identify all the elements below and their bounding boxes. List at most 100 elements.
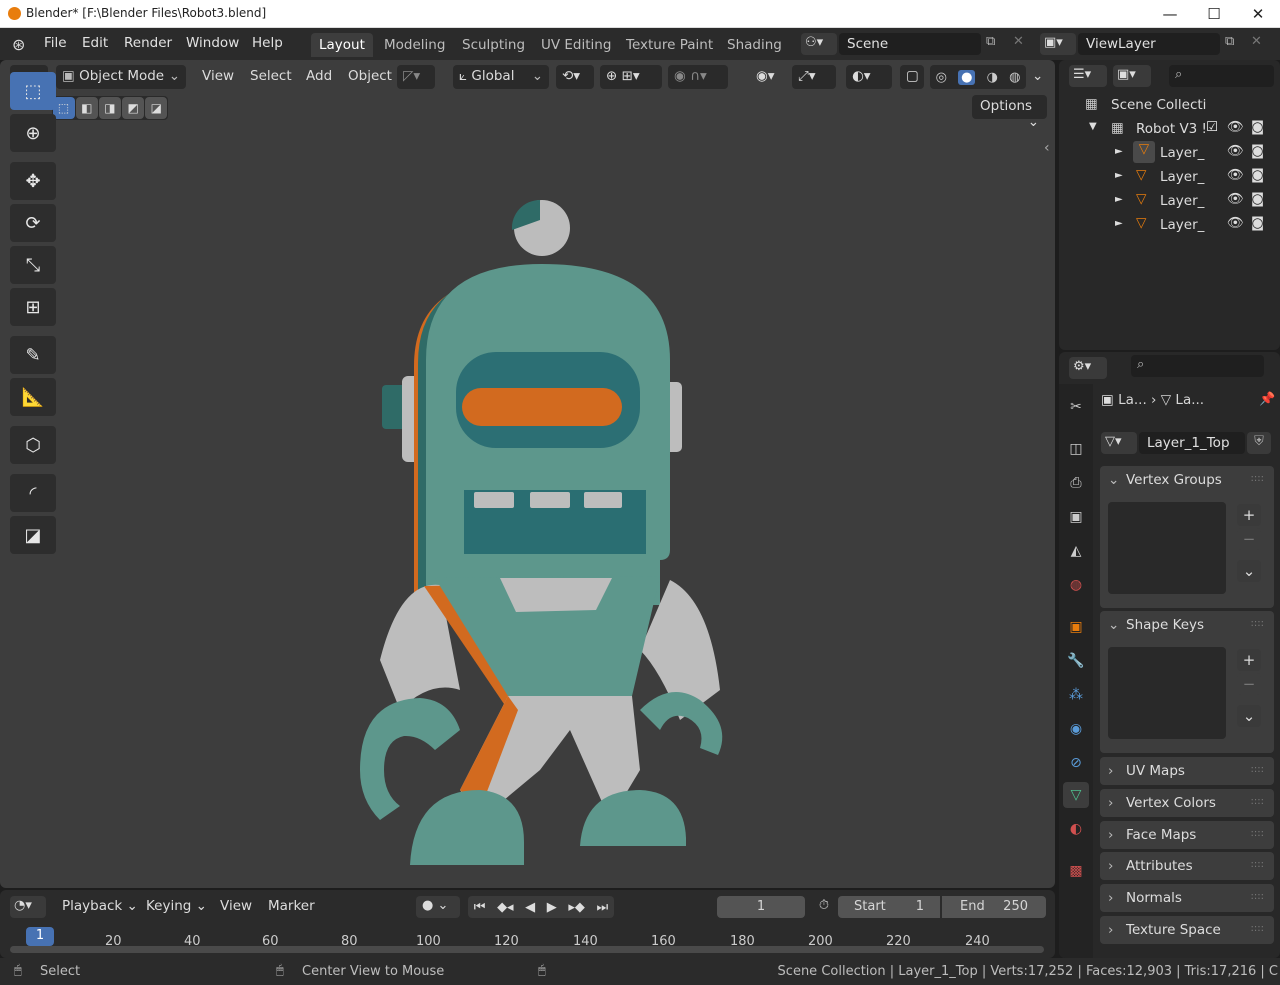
- viewlayer-selector-icon[interactable]: ▣▾: [1040, 33, 1076, 55]
- menu-file[interactable]: File: [44, 35, 67, 51]
- jump-keyframe-back-icon[interactable]: ◆◂: [497, 900, 514, 915]
- panel-texture-space[interactable]: › Texture Space ::::: [1100, 916, 1274, 944]
- object-mode-dropdown[interactable]: ▣ Object Mode ⌄: [56, 65, 186, 89]
- camera-icon[interactable]: ◙: [1251, 215, 1264, 231]
- robot-model[interactable]: [340, 130, 740, 888]
- physics-tab-icon[interactable]: ◉: [1063, 716, 1089, 742]
- expand-arrow-icon[interactable]: ▼: [1089, 121, 1097, 132]
- delete-scene-icon[interactable]: ✕: [1013, 34, 1024, 49]
- sidebar-toggle-icon[interactable]: ‹: [1044, 140, 1050, 156]
- world-tab-icon[interactable]: ◍: [1063, 572, 1089, 598]
- timeline-menu-marker[interactable]: Marker: [262, 896, 321, 916]
- viewlayer-name-field[interactable]: ViewLayer: [1078, 33, 1220, 55]
- blender-menu-icon[interactable]: ⊛: [12, 35, 25, 54]
- end-frame-field[interactable]: End 250: [942, 896, 1046, 918]
- outliner-row-layer-0[interactable]: ► ▽ Layer_ 👁 ◙: [1059, 141, 1280, 165]
- playhead-frame-marker[interactable]: 1: [26, 927, 54, 946]
- panel-title[interactable]: Shape Keys: [1100, 611, 1274, 639]
- transform-orientation-dropdown[interactable]: ⟀ Global ⌄: [453, 65, 549, 89]
- drag-grip-icon[interactable]: ::::: [1251, 859, 1264, 870]
- visibility-icon[interactable]: ◉▾: [750, 65, 786, 89]
- eye-icon[interactable]: 👁: [1227, 143, 1244, 159]
- eye-icon[interactable]: 👁: [1227, 167, 1244, 183]
- checkbox-icon[interactable]: ☑: [1206, 119, 1218, 135]
- remove-shape-key-button[interactable]: −: [1237, 673, 1261, 695]
- panel-vertex-colors[interactable]: › Vertex Colors ::::: [1100, 789, 1274, 817]
- view-layer-tab-icon[interactable]: ▣: [1063, 504, 1089, 530]
- keying-dropdown[interactable]: Keying ⌄: [140, 896, 213, 916]
- xray-icon[interactable]: ▢: [900, 65, 924, 89]
- options-dropdown[interactable]: Options ⌄: [972, 95, 1047, 130]
- scene-tab-icon[interactable]: ◭: [1063, 538, 1089, 564]
- panel-uv-maps[interactable]: › UV Maps ::::: [1100, 757, 1274, 785]
- panel-face-maps[interactable]: › Face Maps ::::: [1100, 821, 1274, 849]
- solid-shading-icon[interactable]: ●: [958, 69, 976, 85]
- wireframe-shading-icon[interactable]: ◎: [936, 70, 947, 85]
- timeline-scrollbar[interactable]: [10, 946, 1044, 953]
- render-tab-icon[interactable]: ◫: [1063, 436, 1089, 462]
- outliner-display-mode-icon[interactable]: ☰▾: [1069, 65, 1107, 87]
- menu-select[interactable]: Select: [244, 65, 298, 89]
- tab-uv-editing[interactable]: UV Editing: [541, 36, 611, 54]
- outliner-row-layer-3[interactable]: ► ▽ Layer_ 👁 ◙: [1059, 213, 1280, 237]
- particles-tab-icon[interactable]: ⁂: [1063, 682, 1089, 708]
- panel-normals[interactable]: › Normals ::::: [1100, 884, 1274, 912]
- object-tab-icon[interactable]: ▣: [1063, 614, 1089, 640]
- camera-icon[interactable]: ◙: [1251, 191, 1264, 207]
- shape-key-specials-button[interactable]: ⌄: [1237, 705, 1261, 727]
- panel-attributes[interactable]: › Attributes ::::: [1100, 852, 1274, 880]
- menu-object[interactable]: Object: [342, 65, 398, 89]
- tab-texture-paint[interactable]: Texture Paint: [626, 36, 713, 54]
- outliner-filter-icon[interactable]: ▣▾: [1113, 65, 1151, 87]
- mesh-name-field[interactable]: Layer_1_Top: [1139, 432, 1245, 454]
- cursor-tool-icon[interactable]: ⊕: [10, 114, 56, 152]
- select-extend-icon[interactable]: ◧: [75, 97, 98, 119]
- close-button[interactable]: ✕: [1236, 0, 1280, 28]
- jump-keyframe-forward-icon[interactable]: ▸◆: [568, 900, 585, 915]
- transform-tool-icon[interactable]: ⊞: [10, 288, 56, 326]
- camera-icon[interactable]: ◙: [1251, 119, 1264, 135]
- menu-render[interactable]: Render: [124, 35, 172, 51]
- eye-icon[interactable]: 👁: [1227, 119, 1244, 135]
- add-cube-tool-icon[interactable]: ⬡: [10, 426, 56, 464]
- delete-viewlayer-icon[interactable]: ✕: [1251, 34, 1262, 49]
- tab-shading[interactable]: Shading: [727, 36, 782, 54]
- select-intersect-icon[interactable]: ◪: [145, 97, 168, 119]
- scene-name-field[interactable]: Scene: [839, 33, 981, 55]
- timeline-menu-view[interactable]: View: [214, 896, 258, 916]
- scale-tool-icon[interactable]: ⤡: [10, 246, 56, 284]
- 3d-viewport[interactable]: ⌖▾ ▣ Object Mode ⌄ View Select Add Objec…: [0, 60, 1055, 888]
- vertex-groups-list[interactable]: [1108, 502, 1226, 594]
- shear-tool-icon[interactable]: ◪: [10, 516, 56, 554]
- shading-options-chevron-icon[interactable]: ⌄: [1026, 65, 1049, 89]
- properties-editor-type-icon[interactable]: ⚙▾: [1069, 357, 1107, 379]
- drag-grip-icon[interactable]: ::::: [1251, 473, 1264, 484]
- output-tab-icon[interactable]: ⎙: [1063, 470, 1089, 496]
- expand-arrow-icon[interactable]: ►: [1115, 194, 1123, 205]
- pivot-point-icon[interactable]: ⟲▾: [556, 65, 594, 89]
- snap-toggle-icon[interactable]: ⊕ ⊞▾: [600, 65, 662, 89]
- current-frame-field[interactable]: 1: [717, 896, 805, 918]
- outliner-row-robot-collection[interactable]: ▼ ▦ Robot V3 ! ☑ 👁 ◙: [1059, 117, 1280, 141]
- drag-grip-icon[interactable]: ::::: [1251, 923, 1264, 934]
- expand-arrow-icon[interactable]: ►: [1115, 218, 1123, 229]
- outliner-row-scene-collection[interactable]: ▦ Scene Collecti: [1059, 93, 1280, 117]
- tool-tab-icon[interactable]: ✂: [1063, 394, 1089, 420]
- timeline-editor-type-icon[interactable]: ◔▾: [10, 896, 46, 918]
- chevron-down-icon[interactable]: ⌄: [1108, 472, 1119, 488]
- chevron-down-icon[interactable]: ⌄: [1108, 617, 1119, 633]
- move-tool-icon[interactable]: ✥: [10, 162, 56, 200]
- menu-view[interactable]: View: [196, 65, 240, 89]
- new-viewlayer-icon[interactable]: ⧉: [1225, 34, 1234, 49]
- gizmo-icon[interactable]: ⤢▾: [792, 65, 836, 89]
- outliner-row-layer-1[interactable]: ► ▽ Layer_ 👁 ◙: [1059, 165, 1280, 189]
- bend-tool-icon[interactable]: ◜: [10, 474, 56, 512]
- constraints-tab-icon[interactable]: ⊘: [1063, 750, 1089, 776]
- drag-grip-icon[interactable]: ::::: [1251, 828, 1264, 839]
- menu-edit[interactable]: Edit: [82, 35, 108, 51]
- properties-search-input[interactable]: ⌕: [1131, 355, 1264, 377]
- drag-grip-icon[interactable]: ::::: [1251, 796, 1264, 807]
- start-frame-field[interactable]: Start 1: [838, 896, 940, 918]
- expand-arrow-icon[interactable]: ►: [1115, 170, 1123, 181]
- new-scene-icon[interactable]: ⧉: [986, 34, 995, 49]
